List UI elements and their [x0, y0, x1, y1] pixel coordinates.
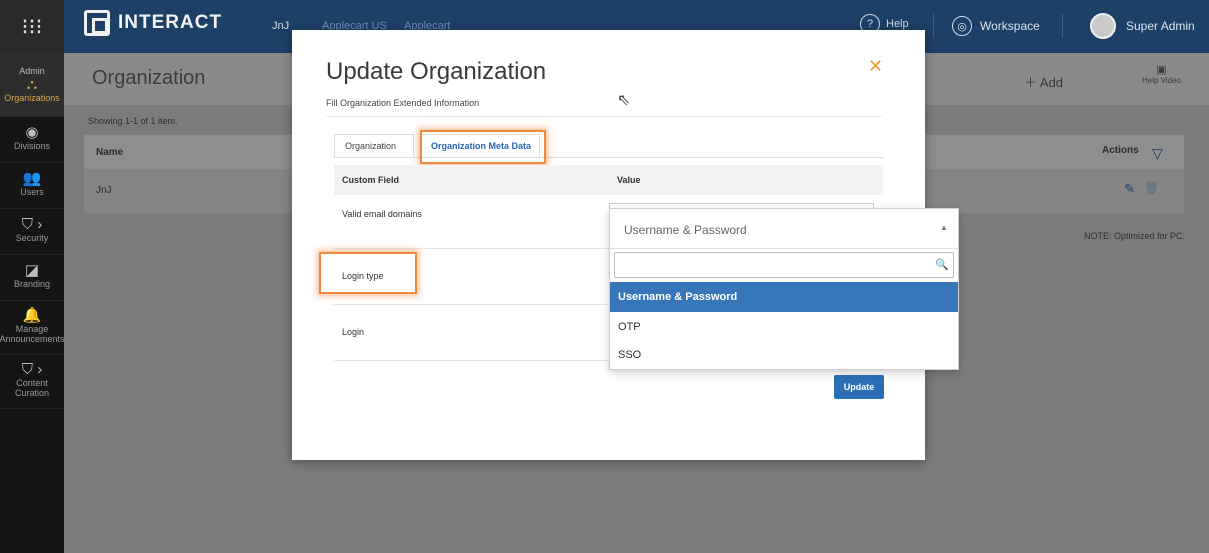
trash-icon[interactable]: 🗑 [1144, 181, 1159, 195]
shield-icon: ⛉ › [21, 361, 43, 378]
search-icon: 🔍 [935, 259, 949, 271]
sidebar-item-divisions[interactable]: ◉ Divisions [0, 117, 64, 163]
sidebar-item-content-curation[interactable]: ⛉ › Content Curation [0, 355, 64, 409]
option-sso[interactable]: SSO [610, 340, 958, 370]
column-header-custom-field: Custom Field [342, 175, 400, 185]
note-text: NOTE: Optimized for PC. [1084, 231, 1186, 241]
tab-organization[interactable]: Organization [334, 134, 414, 158]
users-icon: 👥 [22, 170, 42, 187]
showing-count: Showing 1-1 of 1 item. [88, 116, 178, 126]
shield-icon: ⛉ › [21, 216, 43, 233]
field-label: Login [342, 327, 365, 337]
user-name: Super Admin [1126, 19, 1195, 33]
modal-title: Update Organization [326, 58, 547, 85]
divider [326, 116, 882, 117]
help-video-label: Help Video [1142, 76, 1181, 85]
column-header-name[interactable]: Name [96, 147, 123, 158]
update-button[interactable]: Update [834, 375, 884, 399]
close-icon[interactable]: ✕ [868, 56, 883, 77]
divider [933, 14, 934, 38]
org-chart-icon: ⛬ [26, 76, 38, 93]
sidebar-item-label: Branding [13, 279, 51, 289]
help-label: Help [886, 18, 909, 30]
sidebar-item-label: Divisions [13, 141, 50, 151]
workspace-label: Workspace [980, 19, 1040, 33]
selected-value: Username & Password [624, 223, 747, 237]
user-menu[interactable]: Super Admin [1090, 13, 1195, 39]
sidebar-item-branding[interactable]: ◪ Branding [0, 255, 64, 301]
cell-name: JnJ [96, 185, 112, 196]
logo[interactable]: INTERACT [84, 10, 222, 36]
logo-mark-icon [84, 10, 110, 36]
edit-icon[interactable]: ✎ [1124, 181, 1135, 197]
divider [1062, 14, 1063, 38]
sidebar-item-label: Security [15, 233, 49, 243]
sidebar-item-label: Manage Announcements [0, 324, 65, 344]
target-icon: ◉ [25, 124, 39, 141]
filter-icon[interactable]: ▽ [1152, 145, 1163, 162]
avatar [1090, 13, 1116, 39]
sidebar-item-label: Organizations [4, 93, 60, 103]
dropdown-search[interactable]: 🔍 [614, 252, 954, 278]
sidebar-item-announcements[interactable]: 🔔 Manage Announcements [0, 301, 65, 355]
breadcrumb-org[interactable]: JnJ [272, 20, 289, 32]
bell-icon: 🔔 [22, 307, 42, 324]
add-button[interactable]: ＋ Add [1024, 72, 1063, 91]
logo-text: INTERACT [118, 12, 223, 33]
table-header: Custom Field Value [334, 165, 883, 195]
sidebar-item-organizations[interactable]: Admin ⛬ Organizations [0, 53, 64, 117]
edit-square-icon: ◪ [24, 262, 40, 279]
admin-label: Admin [19, 66, 45, 76]
option-username-password[interactable]: Username & Password [610, 282, 958, 312]
tab-underline [334, 157, 884, 158]
column-header-actions: Actions [1102, 145, 1139, 156]
video-icon: ▣ [1156, 64, 1167, 76]
field-label: Valid email domains [342, 209, 422, 219]
login-type-dropdown[interactable]: Username & Password ▲ 🔍 Username & Passw… [609, 208, 959, 370]
dropdown-search-input[interactable] [621, 256, 921, 274]
caret-up-icon: ▲ [940, 223, 948, 232]
sidebar-item-label: Content Curation [14, 378, 50, 398]
help-video-button[interactable]: ▣ Help Video [1142, 63, 1181, 85]
apps-grid-icon[interactable]: ⁝⁝⁝ [0, 0, 64, 53]
column-header-value: Value [617, 175, 641, 185]
tab-organization-meta-data[interactable]: Organization Meta Data [420, 134, 540, 158]
add-label: Add [1039, 75, 1064, 90]
field-label: Login type [342, 271, 384, 281]
login-type-select[interactable]: Username & Password ▲ [610, 209, 958, 249]
option-otp[interactable]: OTP [610, 312, 958, 342]
sidebar-item-users[interactable]: 👥 Users [0, 163, 64, 209]
sidebar-item-label: Users [20, 187, 44, 197]
sidebar: Admin ⛬ Organizations ◉ Divisions 👥 User… [0, 53, 65, 553]
workspace-icon: ◎ [952, 16, 972, 36]
mouse-cursor-icon: ⇖ [617, 92, 631, 109]
modal-subtitle: Fill Organization Extended Information [326, 98, 480, 108]
workspace-button[interactable]: ◎ Workspace [952, 16, 1040, 36]
page-title: Organization [92, 67, 206, 89]
sidebar-item-security[interactable]: ⛉ › Security [0, 209, 64, 255]
